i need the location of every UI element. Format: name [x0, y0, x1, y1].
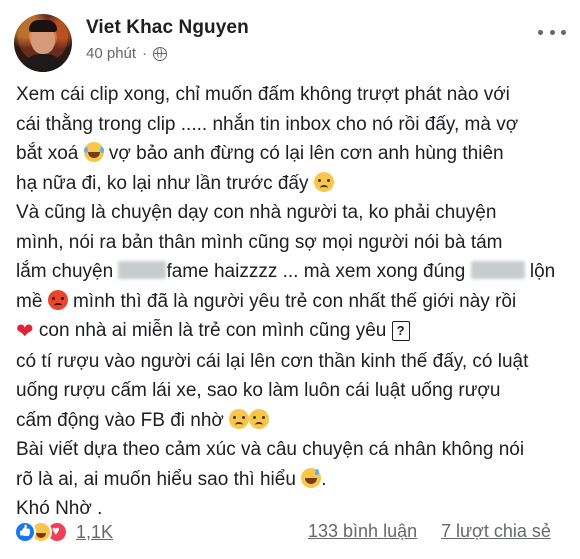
question-box-icon: ?	[391, 321, 410, 341]
like-icon	[14, 521, 36, 543]
more-options-button[interactable]	[538, 22, 566, 42]
post-line: có tí rượu vào người cái lại lên cơn thầ…	[16, 347, 572, 377]
post-line: bắt xoá vợ bảo anh đừng có lại lên cơn a…	[16, 139, 572, 169]
post-timestamp[interactable]: 40 phút	[86, 45, 136, 62]
dot-icon	[538, 29, 543, 35]
redacted-text	[118, 261, 167, 279]
post-text-segment: có tí rượu vào người cái lại lên cơn thầ…	[16, 350, 529, 372]
post-line: mề mình thì đã là người yêu trẻ con nhất…	[16, 287, 572, 317]
redacted-text	[470, 261, 525, 279]
author-avatar[interactable]	[14, 14, 72, 72]
post-line: hạ nữa đi, ko lại như lần trước đấy	[16, 169, 572, 199]
shares-link[interactable]: 7 lượt chia sẻ	[441, 521, 551, 542]
sad-emoji-icon	[229, 408, 250, 429]
globe-icon[interactable]	[153, 46, 168, 61]
post-text: Xem cái clip xong, chỉ muốn đấm không tr…	[16, 80, 572, 524]
post-text-segment: cấm động vào FB đi nhờ	[16, 409, 230, 431]
post-line: rõ là ai, ai muốn hiểu sao thì hiểu .	[16, 465, 572, 495]
post-text-segment: mình, nói ra bản thân mình cũng sợ mọi n…	[16, 231, 503, 253]
post-line: cấm động vào FB đi nhờ	[16, 406, 572, 436]
post-text-segment: rõ là ai, ai muốn hiểu sao thì hiểu	[16, 468, 302, 490]
post-text-segment: lộn	[524, 261, 556, 282]
post-header: Viet Khac Nguyen 40 phút ·	[0, 0, 580, 80]
angry-emoji-icon	[47, 289, 68, 310]
sweat-emoji-icon	[301, 467, 322, 488]
post-text-segment: mề	[16, 290, 48, 312]
post-line: cái thằng trong clip ..... nhắn tin inbo…	[16, 110, 572, 140]
post-text-segment: vợ bảo anh đừng có lại lên cơn anh hùng …	[103, 143, 504, 164]
post-footer: 1,1K 133 bình luận 7 lượt chia sẻ	[0, 515, 580, 551]
post-line: uống rượu cấm lái xe, sao ko làm luôn cá…	[16, 376, 572, 406]
post-text-segment: lắm chuyện	[16, 261, 119, 282]
comments-link[interactable]: 133 bình luận	[308, 521, 417, 542]
post-text-segment: fame haizzzz ... mà xem xong đúng	[166, 261, 471, 282]
post-text-segment: uống rượu cấm lái xe, sao ko làm luôn cá…	[16, 380, 501, 401]
post-line: Xem cái clip xong, chỉ muốn đấm không tr…	[16, 80, 572, 110]
sad-emoji-icon	[249, 408, 270, 429]
reactions-summary[interactable]: 1,1K	[14, 521, 113, 543]
post-text-segment: mình thì đã là người yêu trẻ con nhất th…	[67, 290, 517, 312]
reaction-count[interactable]: 1,1K	[76, 522, 113, 543]
sad-emoji-icon	[313, 171, 334, 192]
post-line: mình, nói ra bản thân mình cũng sợ mọi n…	[16, 228, 572, 258]
avatar-hair	[29, 20, 57, 32]
post-meta: 40 phút ·	[86, 45, 168, 62]
dot-icon	[549, 29, 555, 35]
post-text-segment: .	[321, 468, 327, 490]
heart-emoji-icon: ❤	[16, 320, 34, 343]
dot-icon	[561, 29, 566, 35]
post-text-segment: con nhà ai miễn là trẻ con mình cũng yêu	[33, 320, 392, 341]
post-line: ❤ con nhà ai miễn là trẻ con mình cũng y…	[16, 316, 572, 347]
post-text-segment: bắt xoá	[16, 143, 84, 164]
post-text-segment: cái thằng trong clip ..... nhắn tin inbo…	[16, 113, 519, 135]
post-text-segment: Xem cái clip xong, chỉ muốn đấm không tr…	[16, 84, 510, 105]
laugh-emoji-icon	[83, 142, 104, 162]
post-line: Bài viết dựa theo cảm xúc và câu chuyện …	[16, 435, 572, 465]
meta-separator: ·	[142, 45, 148, 62]
post-text-segment: hạ nữa đi, ko lại như lần trước đấy	[16, 172, 314, 194]
post-text-segment: Và cũng là chuyện dạy con nhà người ta, …	[16, 202, 497, 223]
post-line: Và cũng là chuyện dạy con nhà người ta, …	[16, 198, 572, 228]
post-text-segment: Bài viết dựa theo cảm xúc và câu chuyện …	[16, 439, 525, 460]
author-name[interactable]: Viet Khac Nguyen	[86, 17, 249, 39]
post-line: lắm chuyện fame haizzzz ... mà xem xong …	[16, 257, 572, 287]
